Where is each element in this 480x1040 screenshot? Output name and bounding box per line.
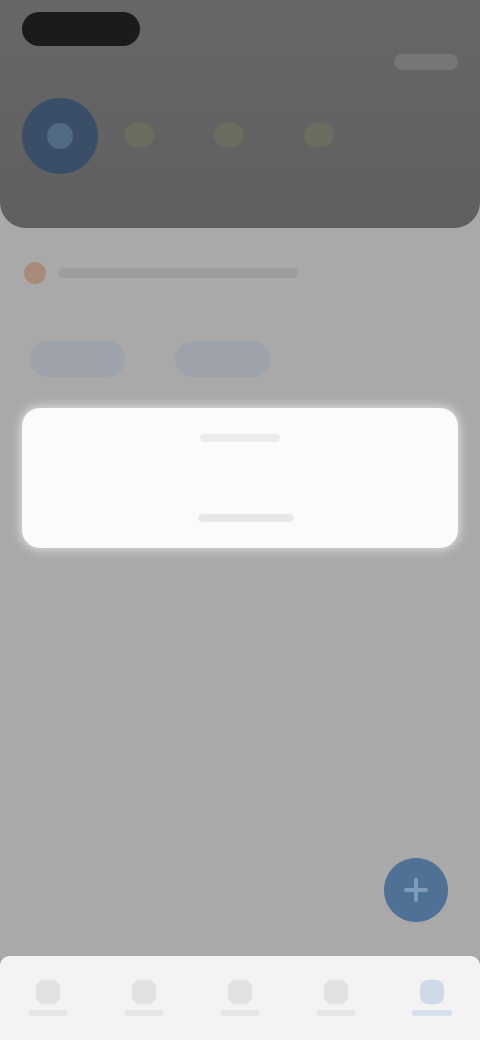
- nav-item-notifications[interactable]: [304, 970, 368, 1026]
- nav-item-home[interactable]: [16, 970, 80, 1026]
- notice-row[interactable]: [24, 258, 324, 288]
- home-icon: [36, 980, 60, 1004]
- profile-icon: [420, 980, 444, 1004]
- nav-label: [28, 1010, 68, 1016]
- add-button[interactable]: [384, 858, 448, 922]
- header-stats: [124, 120, 364, 150]
- plus-icon: [404, 878, 428, 902]
- header-stat-3: [304, 123, 334, 147]
- content-card: [22, 408, 458, 548]
- avatar-icon[interactable]: [22, 98, 98, 174]
- header-stat-2: [214, 123, 244, 147]
- card-action[interactable]: [198, 514, 294, 522]
- card-title: [200, 434, 280, 442]
- header-stat-1: [124, 123, 154, 147]
- list-icon: [228, 980, 252, 1004]
- bell-icon: [324, 980, 348, 1004]
- nav-label: [220, 1010, 260, 1016]
- nav-item-search[interactable]: [112, 970, 176, 1026]
- status-pill: [22, 12, 140, 46]
- status-icons: [394, 54, 458, 70]
- links-row: [30, 336, 270, 382]
- link-2[interactable]: [175, 341, 270, 377]
- nav-item-profile[interactable]: [400, 970, 464, 1026]
- nav-label: [412, 1010, 452, 1016]
- link-1[interactable]: [30, 341, 125, 377]
- notice-text: [58, 268, 298, 278]
- nav-item-list[interactable]: [208, 970, 272, 1026]
- avatar-dot: [47, 123, 73, 149]
- search-icon: [132, 980, 156, 1004]
- alert-icon: [24, 262, 46, 284]
- bottom-nav: [0, 956, 480, 1040]
- nav-label: [124, 1010, 164, 1016]
- nav-label: [316, 1010, 356, 1016]
- app-header: [0, 0, 480, 228]
